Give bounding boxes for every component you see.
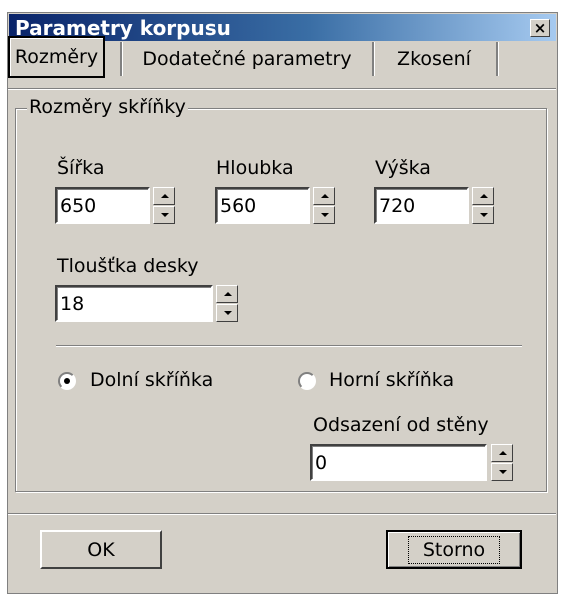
arrow-down-icon bbox=[321, 213, 329, 217]
arrow-up-icon bbox=[321, 194, 329, 198]
lower-cabinet-label[interactable]: Dolní skříňka bbox=[90, 369, 213, 391]
arrow-down-icon bbox=[480, 213, 488, 217]
arrow-up-icon bbox=[480, 194, 488, 198]
width-spinner bbox=[153, 187, 175, 224]
offset-up-button[interactable] bbox=[491, 444, 513, 462]
ok-button-label: OK bbox=[87, 538, 115, 561]
close-icon: × bbox=[533, 19, 547, 37]
close-button[interactable]: × bbox=[530, 19, 550, 37]
tab-dodatecne-parametry[interactable]: Dodatečné parametry bbox=[128, 39, 366, 79]
offset-input[interactable]: 0 bbox=[310, 444, 487, 481]
tab-divider bbox=[372, 42, 375, 76]
groupbox-title: Rozměry skříňky bbox=[27, 96, 188, 118]
depth-down-button[interactable] bbox=[313, 206, 335, 224]
tab-divider bbox=[496, 42, 499, 76]
width-up-button[interactable] bbox=[153, 187, 175, 205]
width-input[interactable]: 650 bbox=[55, 187, 150, 224]
tab-divider bbox=[120, 42, 123, 76]
tab-zkoseni[interactable]: Zkosení bbox=[378, 39, 490, 79]
arrow-down-icon bbox=[224, 311, 232, 315]
offset-spinner bbox=[491, 444, 513, 481]
tab-zkoseni-label: Zkosení bbox=[397, 48, 471, 70]
width-label: Šířka bbox=[57, 157, 105, 179]
width-down-button[interactable] bbox=[153, 206, 175, 224]
tab-panel-border bbox=[8, 88, 556, 90]
thickness-up-button[interactable] bbox=[216, 285, 238, 303]
thickness-label: Tloušťka desky bbox=[57, 255, 199, 277]
height-input[interactable]: 720 bbox=[374, 187, 469, 224]
arrow-down-icon bbox=[161, 213, 169, 217]
height-spinner bbox=[472, 187, 494, 224]
upper-cabinet-label[interactable]: Horní skříňka bbox=[329, 369, 454, 391]
tab-rozmery[interactable]: Rozměry bbox=[8, 36, 105, 78]
depth-spinner bbox=[313, 187, 335, 224]
button-area-divider bbox=[8, 513, 556, 515]
tab-rozmery-label: Rozměry bbox=[14, 46, 99, 68]
thickness-spinner bbox=[216, 285, 238, 322]
depth-label: Hloubka bbox=[216, 157, 294, 179]
thickness-input[interactable]: 18 bbox=[55, 285, 213, 322]
depth-up-button[interactable] bbox=[313, 187, 335, 205]
upper-cabinet-radio[interactable] bbox=[298, 372, 316, 390]
group-separator bbox=[56, 345, 522, 347]
cancel-button[interactable]: Storno bbox=[386, 530, 522, 569]
ok-button[interactable]: OK bbox=[40, 530, 162, 569]
depth-input[interactable]: 560 bbox=[215, 187, 310, 224]
height-label: Výška bbox=[375, 157, 431, 179]
offset-down-button[interactable] bbox=[491, 463, 513, 481]
lower-cabinet-radio[interactable] bbox=[58, 372, 76, 390]
arrow-up-icon bbox=[161, 194, 169, 198]
arrow-up-icon bbox=[499, 451, 507, 455]
offset-label: Odsazení od stěny bbox=[313, 414, 489, 436]
thickness-down-button[interactable] bbox=[216, 304, 238, 322]
arrow-down-icon bbox=[499, 470, 507, 474]
height-up-button[interactable] bbox=[472, 187, 494, 205]
cancel-button-label: Storno bbox=[407, 535, 501, 564]
tab-dodatecne-label: Dodatečné parametry bbox=[142, 48, 352, 70]
radio-selected-dot bbox=[64, 378, 70, 384]
arrow-up-icon bbox=[224, 292, 232, 296]
height-down-button[interactable] bbox=[472, 206, 494, 224]
